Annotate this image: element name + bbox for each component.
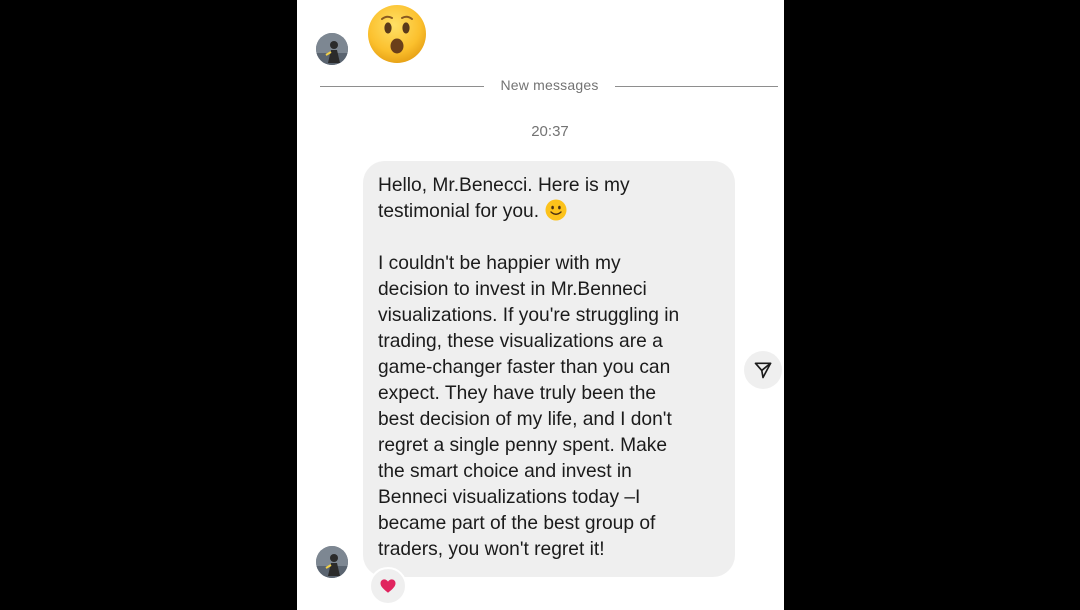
new-messages-label: New messages [500,77,599,93]
slightly-smiling-face-icon [545,199,567,221]
chat-screen: New messages 20:37 Hello, Mr.Benecci. He… [297,0,784,610]
message-line: game-changer faster than you can [378,357,671,378]
message-line: best decision of my life, and I don't [378,409,672,430]
hushed-face-emoji[interactable] [367,4,427,64]
message-line: traders, you won't regret it! [378,539,605,560]
message-line: decision to invest in Mr.Benneci [378,279,647,300]
message-line: testimonial for you. [378,201,540,222]
message-timestamp: 20:37 [531,123,569,140]
message-line: Hello, Mr.Benecci. Here is my [378,175,630,196]
share-button[interactable] [744,351,782,389]
divider-line-left [320,86,484,87]
paper-plane-icon [754,362,772,379]
heart-icon [380,579,396,593]
message-line: trading, these visualizations are a [378,331,663,352]
message-line: visualizations. If you're struggling in [378,305,680,326]
message-paragraph-gap [378,225,721,251]
divider-line-right [615,86,778,87]
message-bubble[interactable]: Hello, Mr.Benecci. Here is my testimonia… [363,161,735,577]
sender-avatar[interactable] [316,546,348,578]
message-line: expect. They have truly been the [378,383,657,404]
message-line: Benneci visualizations today –I [378,487,641,508]
message-line: the smart choice and invest in [378,461,632,482]
message-line: I couldn't be happier with my [378,253,621,274]
message-line-with-emoji: testimonial for you. [378,199,721,225]
sender-avatar[interactable] [316,33,348,65]
message-line: regret a single penny spent. Make [378,435,668,456]
new-messages-divider: New messages [320,74,778,98]
heart-reaction[interactable] [369,567,407,605]
message-line: became part of the best group of [378,513,656,534]
